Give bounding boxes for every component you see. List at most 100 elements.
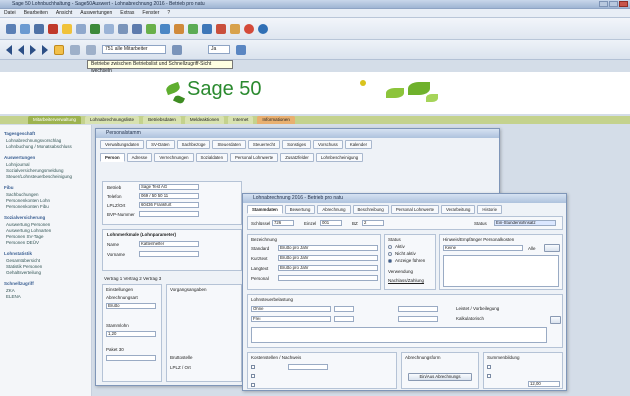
company-field[interactable]: Sage Test AG — [139, 184, 199, 190]
window-tab[interactable]: SV-Daten — [146, 140, 175, 149]
window-tab[interactable]: Bewertung — [284, 205, 316, 214]
sidebar-item[interactable]: Lohnbuchung / Monatsabschluss — [6, 144, 91, 149]
sidebar-item[interactable]: Gesamtübersicht — [6, 258, 91, 263]
next-record-icon[interactable] — [30, 44, 36, 55]
tax-edit-button[interactable] — [550, 316, 561, 324]
chart-icon[interactable] — [146, 23, 156, 34]
menu-item[interactable]: Bearbeiten — [24, 9, 48, 18]
window-tab[interactable]: Lohnbescheinigung — [315, 153, 364, 162]
menu-item[interactable]: Datei — [4, 9, 16, 18]
menu-item[interactable]: Fenster — [142, 9, 159, 18]
costcenter-field[interactable] — [288, 364, 328, 370]
window-tab[interactable]: Stammdaten — [247, 205, 283, 214]
sum-check-2[interactable] — [487, 374, 491, 378]
employee-selector[interactable]: 751 alle Mitarbeiter — [102, 45, 166, 54]
billing-type-select[interactable]: Brutto — [106, 303, 156, 309]
menu-item[interactable]: Auswertungen — [80, 9, 112, 18]
last-record-icon[interactable] — [42, 44, 48, 55]
main-tab[interactable]: Lohnabrechnungsliste — [85, 116, 140, 124]
paste-icon[interactable] — [118, 23, 128, 34]
tax-select-2[interactable]: Frei — [251, 316, 331, 322]
window-tab[interactable]: Vorschuss — [313, 140, 343, 149]
tax-value-2[interactable] — [398, 316, 438, 322]
package-field[interactable] — [106, 355, 156, 361]
window-tab[interactable]: Zusatzfelder — [280, 153, 314, 162]
costcenter-check-1[interactable] — [251, 365, 255, 369]
list-icon[interactable] — [86, 44, 96, 55]
single-field[interactable]: 001 — [320, 220, 342, 226]
calculator-icon[interactable] — [90, 23, 100, 34]
contract-tabs[interactable]: Vertrag 1 Vertrag 2 Vertrag 3 — [104, 276, 161, 281]
help-icon[interactable] — [244, 23, 254, 34]
key-field[interactable]: 726 — [272, 220, 294, 226]
switch-view-icon[interactable] — [54, 44, 64, 55]
tax-value-1[interactable] — [398, 306, 438, 312]
sidebar-item[interactable]: Gehaltsverteilung — [6, 270, 91, 275]
wage-type-field[interactable]: 1,20 — [106, 331, 156, 337]
menu-item[interactable]: Extras — [120, 9, 134, 18]
dropdown-icon[interactable] — [172, 44, 182, 55]
main-tab[interactable]: Internet — [228, 116, 254, 124]
active-radio[interactable] — [388, 245, 392, 249]
user-icon[interactable] — [236, 44, 246, 55]
menu-item[interactable]: ? — [167, 9, 170, 18]
notes-list[interactable] — [443, 255, 559, 287]
close-button[interactable] — [619, 1, 628, 7]
window-tab[interactable]: Beschreibung — [352, 205, 389, 214]
mode-field[interactable]: Ja — [208, 45, 230, 54]
sidebar-item[interactable]: Personen SV-Tage — [6, 234, 91, 239]
save-icon[interactable] — [34, 23, 44, 34]
print-icon[interactable] — [76, 23, 86, 34]
sidebar-item[interactable]: Lohnjournal — [6, 162, 91, 167]
search-button[interactable] — [544, 244, 560, 252]
longtext-field[interactable]: Brutto pro Jahr — [278, 265, 378, 271]
sidebar-item[interactable]: Lohnabrechnungsvorschlag — [6, 138, 91, 143]
sum-check-1[interactable] — [487, 365, 491, 369]
none-field[interactable]: Keine — [443, 245, 523, 251]
shorttext-field[interactable]: Brutto pro Jahr — [278, 255, 378, 261]
delete-icon[interactable] — [48, 23, 58, 34]
maximize-button[interactable] — [609, 1, 618, 7]
sidebar-item[interactable]: Personenkonten Lohn — [6, 198, 91, 203]
billing-toggle-button[interactable]: Ein/Aus Abrechnungs — [408, 373, 472, 381]
window-tab[interactable]: Kalender — [344, 140, 373, 149]
name-field[interactable]: Kattenhelfer — [139, 241, 199, 247]
main-tab[interactable]: Betriebsdaten — [143, 116, 181, 124]
sidebar-item[interactable]: Auswertung Personen — [6, 222, 91, 227]
first-record-icon[interactable] — [6, 44, 12, 55]
previous-record-icon[interactable] — [18, 44, 24, 55]
tax-list[interactable] — [251, 327, 547, 343]
standard-field[interactable]: Brutto pro Jahr — [278, 245, 378, 251]
window-tab[interactable]: Sozialdaten — [195, 153, 228, 162]
bvp-field[interactable] — [139, 211, 199, 217]
info-icon[interactable] — [258, 23, 268, 34]
usage-value[interactable]: Nachlass/Zahlung — [388, 278, 424, 283]
window-tab[interactable]: Steuerrecht — [247, 140, 281, 149]
new-icon[interactable] — [6, 23, 16, 34]
personal-field[interactable] — [278, 275, 378, 281]
open-icon[interactable] — [20, 23, 30, 34]
tax-op-1[interactable] — [334, 306, 354, 312]
bz-field[interactable]: 2 — [362, 220, 384, 226]
main-tab[interactable]: Mitarbeiterverwaltung — [28, 116, 82, 124]
folder-icon[interactable] — [70, 44, 80, 55]
window-tab[interactable]: Verarbeitung — [441, 205, 476, 214]
sidebar-item[interactable]: ELENA — [6, 294, 91, 299]
window-tab[interactable]: Adresse — [126, 153, 153, 162]
costcenter-check-2[interactable] — [251, 374, 255, 378]
main-tab[interactable]: Meldeaktionen — [184, 116, 225, 124]
sidebar-item[interactable]: Auswertung Lohnarten — [6, 228, 91, 233]
sidebar-item[interactable]: Personenkonten Fibu — [6, 204, 91, 209]
costcenter-check-3[interactable] — [251, 383, 255, 387]
sidebar-item[interactable]: ZKA — [6, 288, 91, 293]
window-tab[interactable]: Person — [100, 153, 125, 162]
status-field[interactable]: Ein-Stundenlohnsatz — [494, 220, 556, 226]
sidebar-item[interactable]: Sozialversicherungsmeldung — [6, 168, 91, 173]
settings-icon[interactable] — [230, 23, 240, 34]
sidebar-item[interactable]: Statistik Personen — [6, 264, 91, 269]
main-tab[interactable]: Informationen — [257, 116, 295, 124]
export-icon[interactable] — [174, 23, 184, 34]
city-field[interactable]: 60436 Frankfurt — [139, 202, 199, 208]
filter-icon[interactable] — [132, 23, 142, 34]
copy-icon[interactable] — [104, 23, 114, 34]
